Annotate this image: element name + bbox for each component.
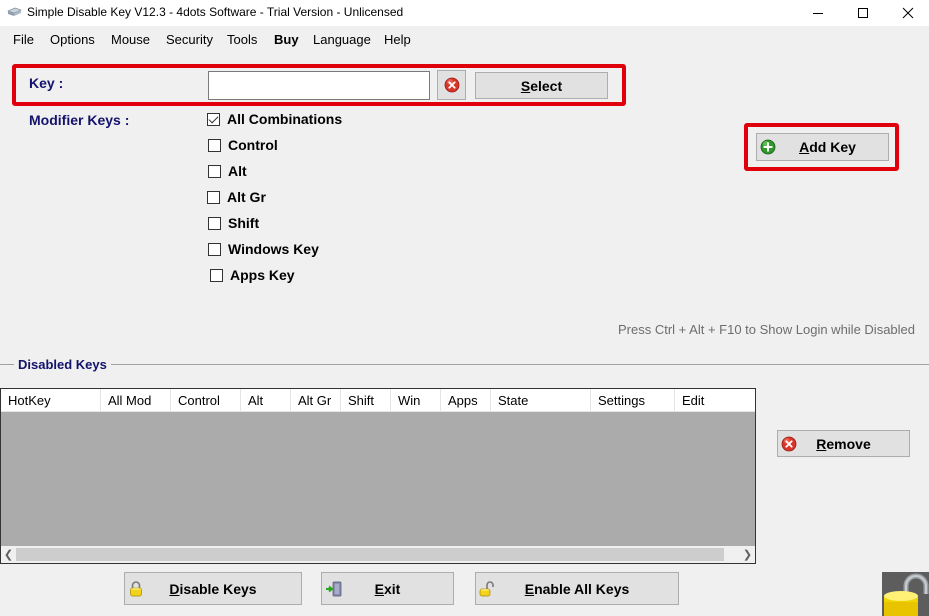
select-button[interactable]: Select: [475, 72, 608, 99]
checkbox-box[interactable]: [208, 242, 221, 256]
column-alt[interactable]: Alt: [241, 389, 291, 412]
enable-all-keys-button[interactable]: Enable All Keys: [475, 572, 679, 605]
menu-mouse[interactable]: Mouse: [111, 32, 150, 47]
scrollbar-thumb[interactable]: [16, 548, 724, 561]
disable-keys-button[interactable]: Disable Keys: [124, 572, 302, 605]
menu-options[interactable]: Options: [50, 32, 95, 47]
enable-all-keys-label: Enable All Keys: [524, 580, 630, 597]
checkbox-box[interactable]: [207, 112, 220, 126]
login-hint-text: Press Ctrl + Alt + F10 to Show Login whi…: [618, 322, 915, 337]
menu-file[interactable]: File: [13, 32, 34, 47]
menu-security[interactable]: Security: [166, 32, 213, 47]
group-divider: [0, 364, 929, 365]
lock-status-image: [882, 572, 929, 616]
app-logo-icon: [7, 7, 22, 16]
lock-open-icon: [479, 580, 494, 596]
select-button-label: Select: [520, 77, 563, 94]
checkbox-control[interactable]: Control: [208, 137, 278, 153]
checkbox-box[interactable]: [208, 138, 221, 152]
column-win[interactable]: Win: [391, 389, 441, 412]
disabled-keys-label: Disabled Keys: [14, 357, 111, 372]
lock-closed-icon: [130, 580, 142, 596]
key-input[interactable]: [208, 71, 430, 100]
table-header: HotKey All Mod Control Alt Alt Gr Shift …: [1, 389, 755, 412]
column-state[interactable]: State: [491, 389, 591, 412]
disabled-keys-table[interactable]: HotKey All Mod Control Alt Alt Gr Shift …: [0, 388, 756, 564]
modifier-keys-label: Modifier Keys :: [29, 112, 130, 128]
clear-key-button[interactable]: [437, 70, 466, 100]
clear-red-x-icon: [444, 77, 459, 93]
column-all-mod[interactable]: All Mod: [101, 389, 171, 412]
checkbox-box[interactable]: [208, 164, 221, 178]
remove-label: Remove: [816, 435, 871, 452]
minimize-button[interactable]: [795, 0, 841, 26]
checkbox-alt[interactable]: Alt: [208, 163, 247, 179]
checkbox-windows-key[interactable]: Windows Key: [208, 241, 319, 257]
add-key-button[interactable]: Add Key: [756, 133, 889, 161]
column-hotkey[interactable]: HotKey: [1, 389, 101, 412]
horizontal-scrollbar[interactable]: ❮ ❯: [1, 546, 755, 563]
scroll-left-icon[interactable]: ❮: [1, 546, 16, 563]
menu-buy[interactable]: Buy: [274, 32, 299, 47]
checkbox-box[interactable]: [208, 216, 221, 230]
red-x-icon: [781, 436, 797, 451]
menu-help[interactable]: Help: [384, 32, 411, 47]
window-title: Simple Disable Key V12.3 - 4dots Softwar…: [27, 5, 404, 19]
column-edit[interactable]: Edit: [675, 389, 755, 412]
column-apps[interactable]: Apps: [441, 389, 491, 412]
close-button[interactable]: [885, 0, 929, 26]
disable-keys-label: Disable Keys: [169, 580, 257, 597]
checkbox-apps-key[interactable]: Apps Key: [210, 267, 295, 283]
checkbox-all-combinations[interactable]: All Combinations: [207, 111, 342, 127]
checkbox-box[interactable]: [210, 268, 223, 282]
add-key-label: Add Key: [799, 139, 856, 155]
minimize-icon: [813, 13, 823, 14]
maximize-icon: [858, 8, 868, 18]
large-open-lock-icon: [884, 573, 929, 616]
remove-button[interactable]: Remove: [777, 430, 910, 457]
menu-language[interactable]: Language: [313, 32, 371, 47]
green-plus-icon: [760, 139, 776, 155]
menu-bar: File Options Mouse Security Tools Buy La…: [0, 26, 929, 52]
menu-tools[interactable]: Tools: [227, 32, 257, 47]
checkbox-shift[interactable]: Shift: [208, 215, 259, 231]
column-alt-gr[interactable]: Alt Gr: [291, 389, 341, 412]
checkbox-box[interactable]: [207, 190, 220, 204]
title-bar: Simple Disable Key V12.3 - 4dots Softwar…: [0, 0, 929, 26]
checkbox-alt-gr[interactable]: Alt Gr: [207, 189, 266, 205]
scroll-right-icon[interactable]: ❯: [740, 546, 755, 563]
column-settings[interactable]: Settings: [591, 389, 675, 412]
app-window: Simple Disable Key V12.3 - 4dots Softwar…: [0, 0, 929, 616]
column-shift[interactable]: Shift: [341, 389, 391, 412]
exit-button[interactable]: Exit: [321, 572, 454, 605]
close-icon: [902, 7, 914, 19]
column-control[interactable]: Control: [171, 389, 241, 412]
key-label: Key :: [29, 75, 64, 91]
exit-door-icon: [326, 581, 342, 596]
maximize-button[interactable]: [840, 0, 886, 26]
